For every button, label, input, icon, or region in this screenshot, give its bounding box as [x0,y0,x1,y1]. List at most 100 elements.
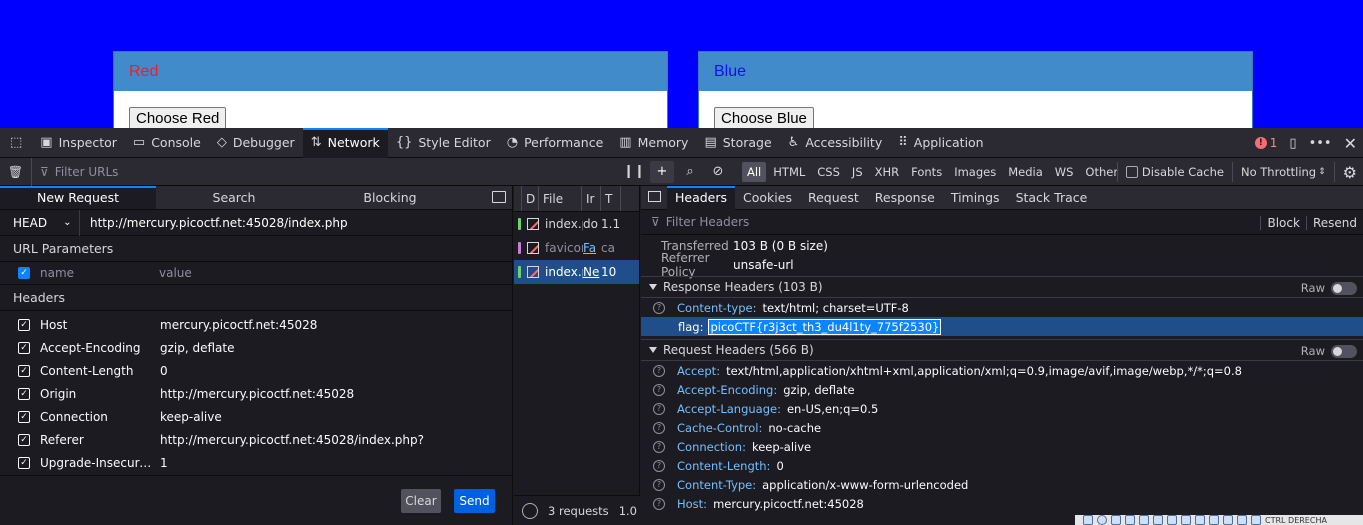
type-all[interactable]: All [742,161,767,182]
help-icon[interactable]: ? [653,459,665,472]
tray-icon[interactable] [1139,515,1149,525]
response-header-row-flag[interactable]: flag: picoCTF{r3j3ct_th3_du4l1ty_775f2530… [641,317,1363,336]
choose-blue-button[interactable]: Choose Blue [714,107,814,128]
request-header-row[interactable]: ? Content-Type: application/x-www-form-url… [641,475,1363,494]
param-name-input[interactable]: name [40,266,159,280]
tab-storage[interactable]: ▤ Storage [696,128,779,158]
throttling-select[interactable]: No Throttling [1241,165,1316,179]
raw-toggle[interactable] [1331,344,1357,358]
tab-style-editor[interactable]: {} Style Editor [388,128,499,158]
param-value-input[interactable]: value [159,266,192,280]
tab-accessibility[interactable]: ♿ Accessibility [780,128,891,158]
header-checkbox[interactable]: ✓ [18,387,30,400]
raw-toggle[interactable] [1331,281,1357,295]
tray-icon[interactable] [1237,515,1247,525]
tab-cookies[interactable]: Cookies [735,186,800,210]
column-initiator[interactable]: Ir [582,186,601,211]
tab-application[interactable]: ⠿ Application [890,128,991,158]
request-header-row[interactable]: ? Accept-Language: en-US,en;q=0.5 [641,399,1363,418]
type-css[interactable]: CSS [812,162,845,182]
tray-icon[interactable] [1097,515,1107,525]
tray-icon[interactable] [1251,515,1261,525]
toggle-sidebar-icon[interactable] [641,190,667,205]
new-request-icon[interactable]: + [650,160,674,183]
help-icon[interactable]: ? [653,402,665,415]
request-header-row[interactable]: ? Content-Length: 0 [641,456,1363,475]
help-icon[interactable]: ? [653,364,665,377]
type-html[interactable]: HTML [768,162,810,182]
element-picker-icon[interactable]: ⬚ [0,128,32,158]
tab-console[interactable]: ▭ Console [125,128,209,158]
help-icon[interactable]: ? [653,421,665,434]
table-row[interactable]: index.pl Ne 10 [514,260,639,284]
stopwatch-icon[interactable] [522,502,538,519]
table-row[interactable]: index.pl do 1.1 [514,212,639,236]
disable-cache-checkbox[interactable] [1125,166,1138,178]
tray-icon[interactable] [1083,515,1093,525]
resend-button[interactable]: Resend [1305,215,1363,230]
column-domain[interactable]: D [522,186,539,211]
send-button[interactable]: Send [454,489,495,513]
tab-headers[interactable]: Headers [667,186,736,210]
method-select[interactable]: HEAD ⌄ [0,209,80,236]
clear-trash-icon[interactable]: 🗑 [0,157,32,186]
help-icon[interactable]: ? [653,383,665,396]
type-fonts[interactable]: Fonts [906,162,947,182]
column-file[interactable]: File [539,186,582,211]
dock-toggle-icon[interactable]: ▯ [1289,136,1296,151]
close-icon[interactable]: ✕ [1344,134,1357,153]
header-checkbox[interactable]: ✓ [18,364,30,377]
tab-response[interactable]: Response [867,186,943,210]
tray-icon[interactable] [1195,515,1205,525]
request-header-row[interactable]: ? Cache-Control: no-cache [641,418,1363,437]
header-checkbox[interactable]: ✓ [18,433,30,446]
help-icon[interactable]: ? [653,440,665,453]
tray-icon[interactable] [1153,515,1163,525]
request-header-row[interactable]: ? Connection: keep-alive [641,437,1363,456]
param-checkbox[interactable]: ✓ [18,267,30,279]
collapse-panel-icon[interactable] [492,191,506,203]
column-status[interactable] [514,186,522,211]
tray-icon[interactable] [1181,515,1191,525]
type-js[interactable]: JS [847,162,868,182]
pause-icon[interactable]: ❙❙ [622,161,646,183]
tab-search[interactable]: Search [156,186,312,209]
tray-icon[interactable] [1209,515,1219,525]
column-type[interactable]: T [601,186,621,211]
tab-network[interactable]: ⇅ Network [302,127,388,158]
help-icon[interactable]: ? [653,478,665,491]
tab-memory[interactable]: ▥ Memory [611,128,696,158]
tab-blocking[interactable]: Blocking [312,186,468,209]
request-header-row[interactable]: ? Accept: text/html,application/xhtml+xml,… [641,361,1363,380]
help-icon[interactable]: ? [653,497,665,510]
tab-inspector[interactable]: ▣ Inspector [32,128,125,158]
header-checkbox[interactable]: ✓ [18,341,30,354]
gear-icon[interactable]: ⚙ [1343,163,1357,182]
filter-urls-input[interactable]: ⊽ Filter URLs [32,165,622,179]
search-icon[interactable]: ⌕ [678,161,702,183]
tray-icon[interactable] [1167,515,1177,525]
more-options-icon[interactable]: ••• [1309,136,1332,151]
request-header-row[interactable]: ? Accept-Encoding: gzip, deflate [641,380,1363,399]
tab-debugger[interactable]: ◇ Debugger [209,128,303,158]
tray-icon[interactable] [1223,515,1233,525]
filter-headers-input[interactable]: ⊽ Filter Headers Block Resend [641,210,1363,235]
tray-icon[interactable] [1111,515,1121,525]
tab-stack-trace[interactable]: Stack Trace [1008,186,1096,210]
choose-red-button[interactable]: Choose Red [129,107,227,128]
header-checkbox[interactable]: ✓ [18,318,30,331]
url-input[interactable]: http://mercury.picoctf.net:45028/index.p… [80,216,348,230]
block-icon[interactable]: ⊘ [706,161,730,183]
type-media[interactable]: Media [1003,162,1048,182]
request-header-row[interactable]: ? Host: mercury.picoctf.net:45028 [641,494,1363,513]
header-checkbox[interactable]: ✓ [18,456,30,469]
type-images[interactable]: Images [949,162,1001,182]
request-headers-group[interactable]: Request Headers (566 B) Raw [641,339,1363,361]
error-badge[interactable]: ! 1 [1254,136,1277,150]
response-header-row[interactable]: ? Content-type: text/html; charset=UTF-8 [641,298,1363,317]
type-xhr[interactable]: XHR [870,162,905,182]
help-icon[interactable]: ? [653,301,665,314]
tab-performance[interactable]: ◔ Performance [499,128,612,158]
tray-icon[interactable] [1125,515,1135,525]
response-headers-group[interactable]: Response Headers (103 B) Raw [641,276,1363,298]
